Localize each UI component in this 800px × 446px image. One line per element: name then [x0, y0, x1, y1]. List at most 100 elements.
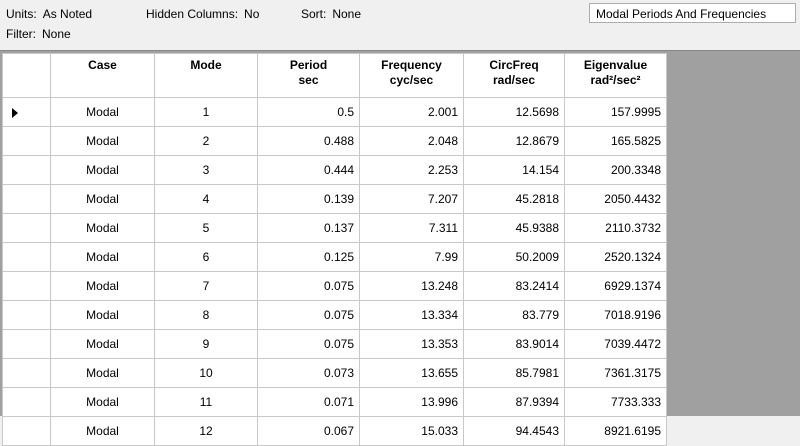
- cell-case[interactable]: Modal: [50, 416, 155, 446]
- cell-eigenvalue[interactable]: 7039.4472: [564, 329, 667, 359]
- row-selector[interactable]: [2, 387, 51, 417]
- cell-period[interactable]: 0.5: [257, 97, 360, 127]
- cell-mode[interactable]: 6: [154, 242, 258, 272]
- column-header-circfreq[interactable]: CircFreq rad/sec: [463, 53, 565, 98]
- cell-frequency[interactable]: 15.033: [359, 416, 464, 446]
- cell-frequency[interactable]: 13.334: [359, 300, 464, 330]
- cell-case[interactable]: Modal: [50, 184, 155, 214]
- cell-circfreq[interactable]: 14.154: [463, 155, 565, 185]
- cell-mode[interactable]: 1: [154, 97, 258, 127]
- cell-case[interactable]: Modal: [50, 271, 155, 301]
- row-selector[interactable]: [2, 271, 51, 301]
- cell-period[interactable]: 0.125: [257, 242, 360, 272]
- table-row[interactable]: Modal 4 0.139 7.207 45.2818 2050.4432: [2, 184, 667, 214]
- cell-period[interactable]: 0.071: [257, 387, 360, 417]
- cell-mode[interactable]: 11: [154, 387, 258, 417]
- cell-eigenvalue[interactable]: 2520.1324: [564, 242, 667, 272]
- table-row[interactable]: Modal 8 0.075 13.334 83.779 7018.9196: [2, 300, 667, 330]
- cell-frequency[interactable]: 2.048: [359, 126, 464, 156]
- cell-eigenvalue[interactable]: 7733.333: [564, 387, 667, 417]
- cell-mode[interactable]: 5: [154, 213, 258, 243]
- cell-eigenvalue[interactable]: 200.3348: [564, 155, 667, 185]
- cell-period[interactable]: 0.075: [257, 271, 360, 301]
- column-header-period[interactable]: Period sec: [257, 53, 360, 98]
- cell-circfreq[interactable]: 94.4543: [463, 416, 565, 446]
- row-selector[interactable]: [2, 184, 51, 214]
- table-row[interactable]: Modal 6 0.125 7.99 50.2009 2520.1324: [2, 242, 667, 272]
- cell-frequency[interactable]: 7.207: [359, 184, 464, 214]
- row-selector-header[interactable]: [2, 53, 51, 98]
- cell-circfreq[interactable]: 45.2818: [463, 184, 565, 214]
- cell-eigenvalue[interactable]: 7018.9196: [564, 300, 667, 330]
- cell-period[interactable]: 0.137: [257, 213, 360, 243]
- row-selector[interactable]: [2, 213, 51, 243]
- cell-case[interactable]: Modal: [50, 300, 155, 330]
- cell-period[interactable]: 0.075: [257, 329, 360, 359]
- cell-frequency[interactable]: 13.996: [359, 387, 464, 417]
- table-row[interactable]: Modal 3 0.444 2.253 14.154 200.3348: [2, 155, 667, 185]
- cell-case[interactable]: Modal: [50, 155, 155, 185]
- cell-eigenvalue[interactable]: 8921.6195: [564, 416, 667, 446]
- row-selector[interactable]: [2, 155, 51, 185]
- table-row[interactable]: Modal 1 0.5 2.001 12.5698 157.9995: [2, 97, 667, 127]
- row-selector[interactable]: [2, 329, 51, 359]
- row-selector[interactable]: [2, 358, 51, 388]
- cell-period[interactable]: 0.073: [257, 358, 360, 388]
- row-selector[interactable]: [2, 416, 51, 446]
- cell-eigenvalue[interactable]: 6929.1374: [564, 271, 667, 301]
- cell-circfreq[interactable]: 50.2009: [463, 242, 565, 272]
- row-selector[interactable]: [2, 300, 51, 330]
- cell-frequency[interactable]: 13.248: [359, 271, 464, 301]
- cell-frequency[interactable]: 2.253: [359, 155, 464, 185]
- column-header-case[interactable]: Case: [50, 53, 155, 98]
- row-selector[interactable]: [2, 242, 51, 272]
- cell-period[interactable]: 0.067: [257, 416, 360, 446]
- row-selector[interactable]: [2, 126, 51, 156]
- cell-mode[interactable]: 8: [154, 300, 258, 330]
- table-row[interactable]: Modal 7 0.075 13.248 83.2414 6929.1374: [2, 271, 667, 301]
- cell-mode[interactable]: 4: [154, 184, 258, 214]
- cell-eigenvalue[interactable]: 2110.3732: [564, 213, 667, 243]
- cell-circfreq[interactable]: 83.9014: [463, 329, 565, 359]
- table-row[interactable]: Modal 12 0.067 15.033 94.4543 8921.6195: [2, 416, 667, 446]
- cell-circfreq[interactable]: 83.779: [463, 300, 565, 330]
- cell-period[interactable]: 0.444: [257, 155, 360, 185]
- column-header-mode[interactable]: Mode: [154, 53, 258, 98]
- cell-mode[interactable]: 3: [154, 155, 258, 185]
- row-selector[interactable]: [2, 97, 51, 127]
- table-row[interactable]: Modal 11 0.071 13.996 87.9394 7733.333: [2, 387, 667, 417]
- cell-case[interactable]: Modal: [50, 387, 155, 417]
- cell-period[interactable]: 0.075: [257, 300, 360, 330]
- cell-circfreq[interactable]: 12.5698: [463, 97, 565, 127]
- cell-frequency[interactable]: 7.99: [359, 242, 464, 272]
- cell-frequency[interactable]: 2.001: [359, 97, 464, 127]
- table-row[interactable]: Modal 9 0.075 13.353 83.9014 7039.4472: [2, 329, 667, 359]
- cell-eigenvalue[interactable]: 157.9995: [564, 97, 667, 127]
- cell-circfreq[interactable]: 87.9394: [463, 387, 565, 417]
- cell-period[interactable]: 0.488: [257, 126, 360, 156]
- cell-frequency[interactable]: 7.311: [359, 213, 464, 243]
- cell-case[interactable]: Modal: [50, 126, 155, 156]
- table-row[interactable]: Modal 2 0.488 2.048 12.8679 165.5825: [2, 126, 667, 156]
- column-header-frequency[interactable]: Frequency cyc/sec: [359, 53, 464, 98]
- cell-period[interactable]: 0.139: [257, 184, 360, 214]
- cell-frequency[interactable]: 13.353: [359, 329, 464, 359]
- cell-eigenvalue[interactable]: 7361.3175: [564, 358, 667, 388]
- cell-case[interactable]: Modal: [50, 213, 155, 243]
- cell-mode[interactable]: 2: [154, 126, 258, 156]
- cell-mode[interactable]: 10: [154, 358, 258, 388]
- cell-mode[interactable]: 7: [154, 271, 258, 301]
- cell-eigenvalue[interactable]: 165.5825: [564, 126, 667, 156]
- cell-case[interactable]: Modal: [50, 242, 155, 272]
- cell-circfreq[interactable]: 85.7981: [463, 358, 565, 388]
- table-row[interactable]: Modal 5 0.137 7.311 45.9388 2110.3732: [2, 213, 667, 243]
- cell-circfreq[interactable]: 45.9388: [463, 213, 565, 243]
- table-select-dropdown[interactable]: Modal Periods And Frequencies: [589, 3, 796, 23]
- cell-case[interactable]: Modal: [50, 358, 155, 388]
- cell-case[interactable]: Modal: [50, 329, 155, 359]
- cell-eigenvalue[interactable]: 2050.4432: [564, 184, 667, 214]
- cell-circfreq[interactable]: 83.2414: [463, 271, 565, 301]
- table-row[interactable]: Modal 10 0.073 13.655 85.7981 7361.3175: [2, 358, 667, 388]
- cell-frequency[interactable]: 13.655: [359, 358, 464, 388]
- cell-circfreq[interactable]: 12.8679: [463, 126, 565, 156]
